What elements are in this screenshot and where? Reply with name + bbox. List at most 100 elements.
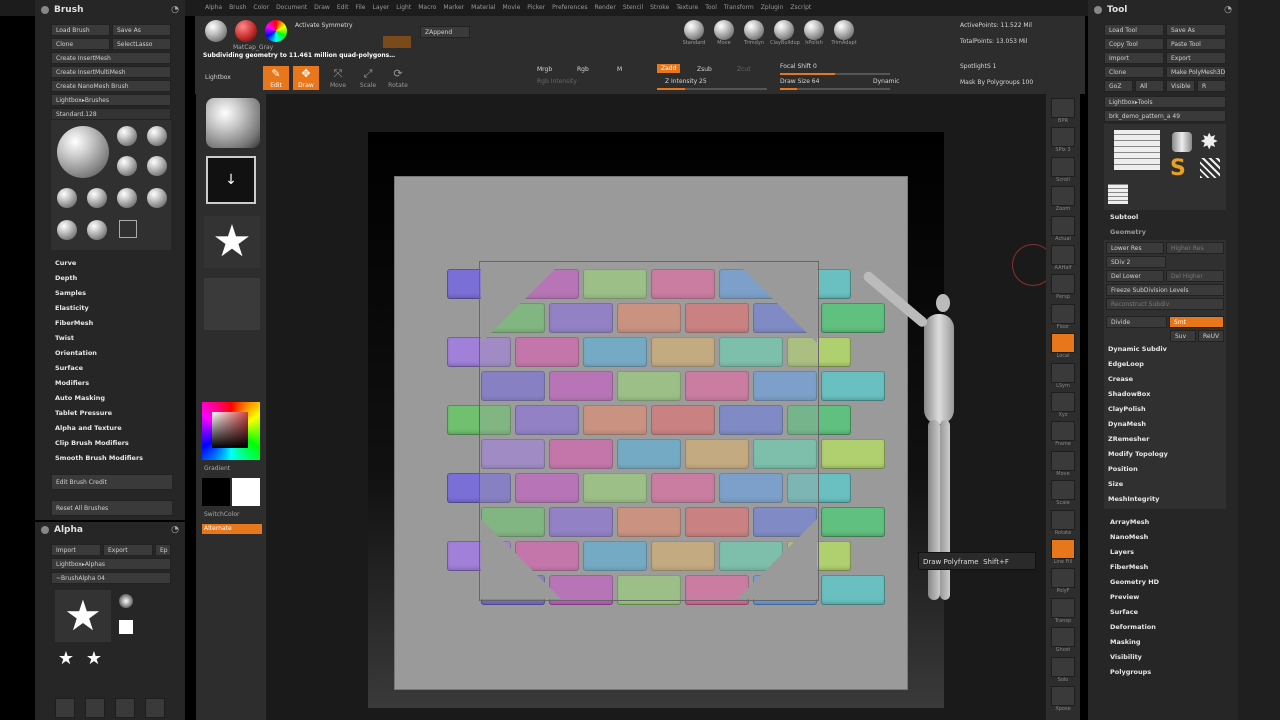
alpha-lightbox-button[interactable]: Lightbox▸Alphas: [51, 558, 171, 570]
shelf-brush-button[interactable]: hPolish: [800, 18, 828, 54]
geometry-submenu-item[interactable]: Size: [1106, 477, 1224, 492]
lower-res-button[interactable]: Lower Res: [1106, 242, 1164, 254]
top-menu-item[interactable]: Light: [396, 4, 411, 11]
right-shelf-button[interactable]: Zoom: [1050, 186, 1076, 213]
top-menu-item[interactable]: Alpha: [205, 4, 222, 11]
right-shelf-button[interactable]: SPix 3: [1050, 127, 1076, 154]
right-shelf-button[interactable]: LSym: [1050, 362, 1076, 390]
draw-size-bar[interactable]: [780, 88, 890, 90]
subtool-menu[interactable]: Subtool: [1104, 210, 1238, 225]
edit-mode-button[interactable]: ✎ Edit: [263, 66, 289, 90]
brush-thumb-icon[interactable]: [119, 220, 137, 238]
tool-submenu-item[interactable]: FiberMesh: [1106, 560, 1238, 575]
primary-color-swatch[interactable]: [232, 478, 260, 506]
right-shelf-button[interactable]: Frame: [1050, 421, 1076, 448]
geometry-submenu-item[interactable]: ShadowBox: [1106, 387, 1224, 402]
brush-submenu-item[interactable]: Smooth Brush Modifiers: [51, 451, 185, 466]
rgb-intensity-slider[interactable]: Rgb Intensity: [537, 78, 577, 85]
tool-panel-button[interactable]: Export: [1166, 52, 1226, 64]
brush-submenu-item[interactable]: Twist: [51, 331, 185, 346]
sdiv-slider[interactable]: SDiv 2: [1106, 256, 1166, 268]
brush-thumb-icon[interactable]: [147, 126, 167, 146]
brush-submenu-item[interactable]: Surface: [51, 361, 185, 376]
del-lower-button[interactable]: Del Lower: [1106, 270, 1164, 282]
brush-list-item[interactable]: Create InsertMesh: [51, 52, 171, 64]
top-menu-item[interactable]: Stencil: [623, 4, 643, 11]
geometry-submenu-item[interactable]: ZRemesher: [1106, 432, 1224, 447]
brush-submenu-item[interactable]: Orientation: [51, 346, 185, 361]
color-picker[interactable]: [202, 402, 260, 460]
right-shelf-button[interactable]: Xpose: [1050, 686, 1076, 713]
right-shelf-button[interactable]: Persp: [1050, 274, 1076, 301]
zappend-button[interactable]: ZAppend: [420, 26, 470, 38]
brush-submenu-item[interactable]: Curve: [51, 256, 185, 271]
brush-submenu-item[interactable]: Tablet Pressure: [51, 406, 185, 421]
top-menu-item[interactable]: Layer: [373, 4, 390, 11]
top-menu-item[interactable]: Picker: [527, 4, 545, 11]
top-menu-item[interactable]: Transform: [724, 4, 754, 11]
tool-submenu-item[interactable]: Preview: [1106, 590, 1238, 605]
brush-panel-button[interactable]: SelectLasso: [112, 38, 171, 50]
tool-submenu-item[interactable]: Surface: [1106, 605, 1238, 620]
brush-panel-button[interactable]: Clone: [51, 38, 110, 50]
top-menu[interactable]: Alpha Brush Color Document Draw Edit File Layer…: [205, 4, 818, 11]
focal-shift-slider[interactable]: Focal Shift 0: [780, 63, 817, 70]
tool-panel-button[interactable]: Save As: [1166, 24, 1226, 36]
rgb-button[interactable]: Rgb: [577, 66, 589, 73]
edit-brush-credit-button[interactable]: Edit Brush Credit: [51, 474, 173, 490]
brush-thumb-icon[interactable]: [57, 188, 77, 208]
z-intensity-slider[interactable]: Z Intensity 25: [665, 78, 707, 85]
current-brush-icon[interactable]: [57, 126, 109, 178]
lightbox-button[interactable]: Lightbox: [201, 70, 261, 86]
right-shelf-button[interactable]: Xyz: [1050, 392, 1076, 419]
del-higher-button[interactable]: Del Higher: [1166, 270, 1224, 282]
top-menu-item[interactable]: Marker: [443, 4, 464, 11]
shelf-brush-button[interactable]: Move: [710, 18, 738, 54]
top-menu-item[interactable]: Render: [594, 4, 615, 11]
brush-list-item[interactable]: Create InsertMultiMesh: [51, 66, 171, 78]
right-shelf-button[interactable]: Floor: [1050, 303, 1076, 331]
alpha-star-icon[interactable]: ★: [83, 648, 105, 670]
tool-panel-button[interactable]: Copy Tool: [1104, 38, 1164, 50]
tool-thumb-cylinder-icon[interactable]: [1172, 132, 1192, 152]
brush-preview-icon[interactable]: [205, 20, 227, 42]
geometry-submenu-item[interactable]: Modify Topology: [1106, 447, 1224, 462]
panel-pin-icon[interactable]: ◔: [1224, 5, 1232, 15]
brush-list-item[interactable]: Create NanoMesh Brush: [51, 80, 171, 92]
brush-thumb-icon[interactable]: [57, 220, 77, 240]
right-shelf-button[interactable]: Actual: [1050, 215, 1076, 243]
alpha-tool-icon[interactable]: [115, 698, 135, 718]
activate-symmetry-button[interactable]: Activate Symmetry: [295, 22, 353, 29]
zsub-button[interactable]: Zsub: [697, 66, 712, 73]
tool-submenu-item[interactable]: Layers: [1106, 545, 1238, 560]
brush-submenu-item[interactable]: Auto Masking: [51, 391, 185, 406]
higher-res-button[interactable]: Higher Res: [1166, 242, 1224, 254]
gradient-label[interactable]: Gradient: [204, 465, 230, 472]
top-menu-item[interactable]: Material: [471, 4, 495, 11]
tool-submenu-item[interactable]: Visibility: [1106, 650, 1238, 665]
material-ball-icon[interactable]: [235, 20, 257, 42]
brush-thumb-icon[interactable]: [117, 126, 137, 146]
brush-thumb-icon[interactable]: [117, 156, 137, 176]
shelf-alpha-icon[interactable]: ★: [204, 216, 260, 268]
tool-submenu-item[interactable]: NanoMesh: [1106, 530, 1238, 545]
reuv-button[interactable]: ReUV: [1198, 330, 1224, 342]
alpha-star-icon[interactable]: ★: [55, 648, 77, 670]
geometry-menu[interactable]: Geometry: [1104, 225, 1238, 240]
tool-panel-button[interactable]: Load Tool: [1104, 24, 1164, 36]
shelf-brush-button[interactable]: TrimAdapt: [830, 18, 858, 54]
move-mode-button[interactable]: ⤧ Move: [325, 66, 351, 90]
dynamic-button[interactable]: Dynamic: [873, 78, 899, 85]
alpha-tool-icon[interactable]: [145, 698, 165, 718]
geometry-submenu-item[interactable]: EdgeLoop: [1106, 357, 1224, 372]
brush-list-item[interactable]: Lightbox▸Brushes: [51, 94, 171, 106]
alpha-ep-button[interactable]: Ep: [155, 544, 171, 556]
color-ball-icon[interactable]: [265, 20, 287, 42]
brush-thumb-icon[interactable]: [147, 188, 167, 208]
shelf-brush-button[interactable]: Trimdyn: [740, 18, 768, 54]
tool-submenu-item[interactable]: Polygroups: [1106, 665, 1238, 680]
zadd-button[interactable]: Zadd: [657, 64, 681, 73]
suv-button[interactable]: Suv: [1170, 330, 1196, 342]
tool-submenu-item[interactable]: Deformation: [1106, 620, 1238, 635]
right-shelf-button[interactable]: Move: [1050, 450, 1076, 478]
